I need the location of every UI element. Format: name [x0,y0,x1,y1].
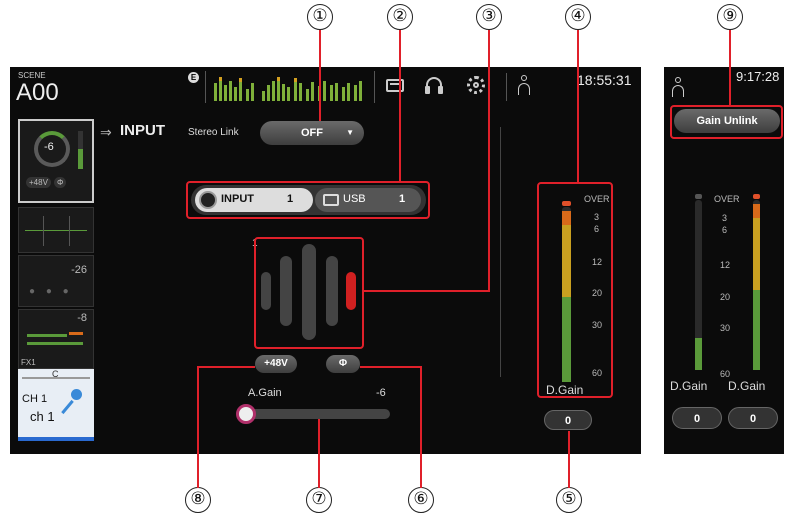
sidebar-ch-name: ch 1 [30,409,55,424]
right-meter-right [753,194,760,370]
again-value: -6 [376,387,386,399]
dgain-value-button[interactable]: 0 [544,410,592,430]
callout-1: ① [307,4,333,30]
sidebar-level-1: -26 [71,264,87,276]
scene-number[interactable]: A00 [16,79,59,107]
vertical-divider [500,127,501,377]
stereo-link-dropdown[interactable]: OFF ▼ [260,121,364,145]
right-dgain-right-button[interactable]: 0 [728,407,778,429]
sidebar-meter [78,131,83,169]
sidebar-gain-value: -6 [44,141,54,153]
callout-2: ② [387,4,413,30]
sidebar-fx-tile[interactable]: -8 FX1 [18,309,94,369]
right-clock: 9:17:28 [736,69,780,84]
callout-4: ④ [565,4,591,30]
highlight-level-indicator [254,237,364,349]
user-icon[interactable] [518,75,530,97]
chevron-down-icon: ▼ [346,128,354,137]
right-over-label: OVER [714,194,740,204]
divider [506,73,507,101]
leader-9 [729,30,731,106]
right-dgain-left-button[interactable]: 0 [672,407,722,429]
e-badge: E [188,72,199,83]
leader-5 [568,431,570,488]
leader-6-h [360,366,422,368]
right-dgain-right-label: D.Gain [728,379,766,393]
sidebar-level-2: -8 [77,312,87,324]
sidebar-ch-label: CH 1 [22,393,48,405]
sidebar-channel-tile[interactable]: C CH 1 ch 1 [18,369,94,441]
headphones-icon[interactable] [425,77,443,94]
again-label: A.Gain [248,387,282,399]
header-meter-bars [214,77,362,101]
sidebar-eq-tile[interactable] [18,207,94,253]
mic-icon [60,389,82,415]
input-arrow-icon: ⇒ [100,124,112,140]
sidebar-phase: Φ [54,177,67,188]
right-dgain-left-label: D.Gain [670,379,708,393]
right-user-icon[interactable] [672,77,684,99]
phase-button[interactable]: Φ [326,355,360,373]
stereo-link-label: Stereo Link [188,127,239,138]
leader-4 [577,30,579,183]
leader-6-v [420,366,422,488]
leader-3-h [364,290,490,292]
phantom-power-button[interactable]: +48V [255,355,297,373]
callout-6: ⑥ [408,487,434,513]
leader-7 [318,419,320,488]
right-scale-12: 12 [720,260,731,270]
callout-9: ⑨ [717,4,743,30]
highlight-gain-unlink [670,105,783,139]
sidebar-dyn-tile[interactable]: -26 ● ● ● [18,255,94,307]
highlight-source-selector [186,181,430,219]
recorder-icon[interactable] [386,79,404,92]
right-scale-30: 30 [720,323,731,333]
sidebar-phantom: +48V [26,177,51,188]
right-meter-left [695,194,702,370]
leader-8-v [197,366,199,488]
callout-5: ⑤ [556,487,582,513]
callout-8: ⑧ [185,487,211,513]
callout-7: ⑦ [306,487,332,513]
gear-icon[interactable] [467,76,485,94]
callout-3: ③ [476,4,502,30]
right-scale-20: 20 [720,292,731,302]
dots-icon: ● ● ● [29,286,73,297]
sidebar-gain-tile[interactable]: -6 +48V Φ [18,119,94,203]
leader-8-h [197,366,255,368]
right-scale-60: 60 [720,369,731,379]
header-meters[interactable] [205,71,375,103]
highlight-meter [537,182,613,398]
right-scale-3: 3 [722,213,728,223]
again-slider-track[interactable] [238,409,390,419]
input-title: INPUT [120,122,165,139]
stereo-link-value: OFF [301,127,323,139]
right-scale-6: 6 [722,225,728,235]
clock: 18:55:31 [577,72,632,88]
sidebar-fx-label: FX1 [21,358,36,367]
leader-2 [399,30,401,182]
leader-3-v [488,30,490,292]
again-slider-thumb[interactable] [236,404,256,424]
leader-1 [319,30,321,121]
